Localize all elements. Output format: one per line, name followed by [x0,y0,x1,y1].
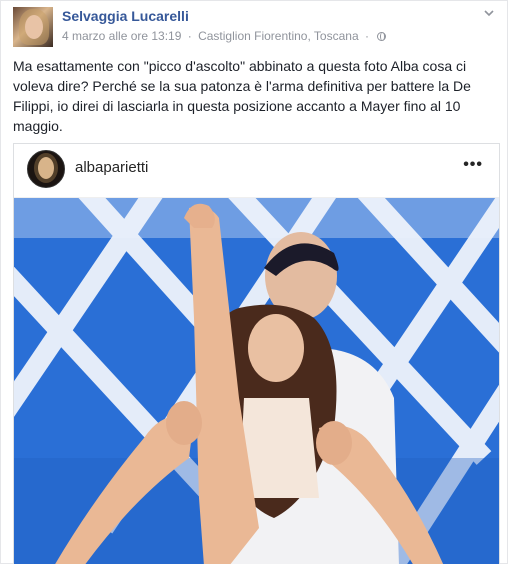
post-text: Ma esattamente con "picco d'ascolto" abb… [13,58,471,134]
instagram-header: albaparietti ••• [14,144,499,198]
instagram-username[interactable]: albaparietti [75,159,148,176]
post-meta: 4 marzo alle ore 13:19 · Castiglion Fior… [62,29,387,43]
post-header: Selvaggia Lucarelli 4 marzo alle ore 13:… [13,7,497,47]
author-avatar[interactable] [13,7,53,47]
post-location[interactable]: Castiglion Fiorentino, Toscana [198,29,359,43]
more-options-icon[interactable]: ••• [463,156,483,174]
ig-avatar-face [38,157,54,179]
author-name[interactable]: Selvaggia Lucarelli [62,8,189,24]
meta-separator: · [364,29,369,43]
avatar-face [25,15,43,39]
facebook-post: Selvaggia Lucarelli 4 marzo alle ore 13:… [0,0,508,564]
globe-icon[interactable] [377,32,387,41]
dance-photo[interactable] [14,198,499,564]
meta-separator: · [187,29,192,43]
instagram-avatar[interactable] [27,150,65,188]
instagram-embed[interactable]: albaparietti ••• [13,143,500,564]
chevron-down-icon[interactable] [481,7,497,23]
post-date[interactable]: 4 marzo alle ore 13:19 [62,29,181,43]
photo-illustration [14,198,499,564]
